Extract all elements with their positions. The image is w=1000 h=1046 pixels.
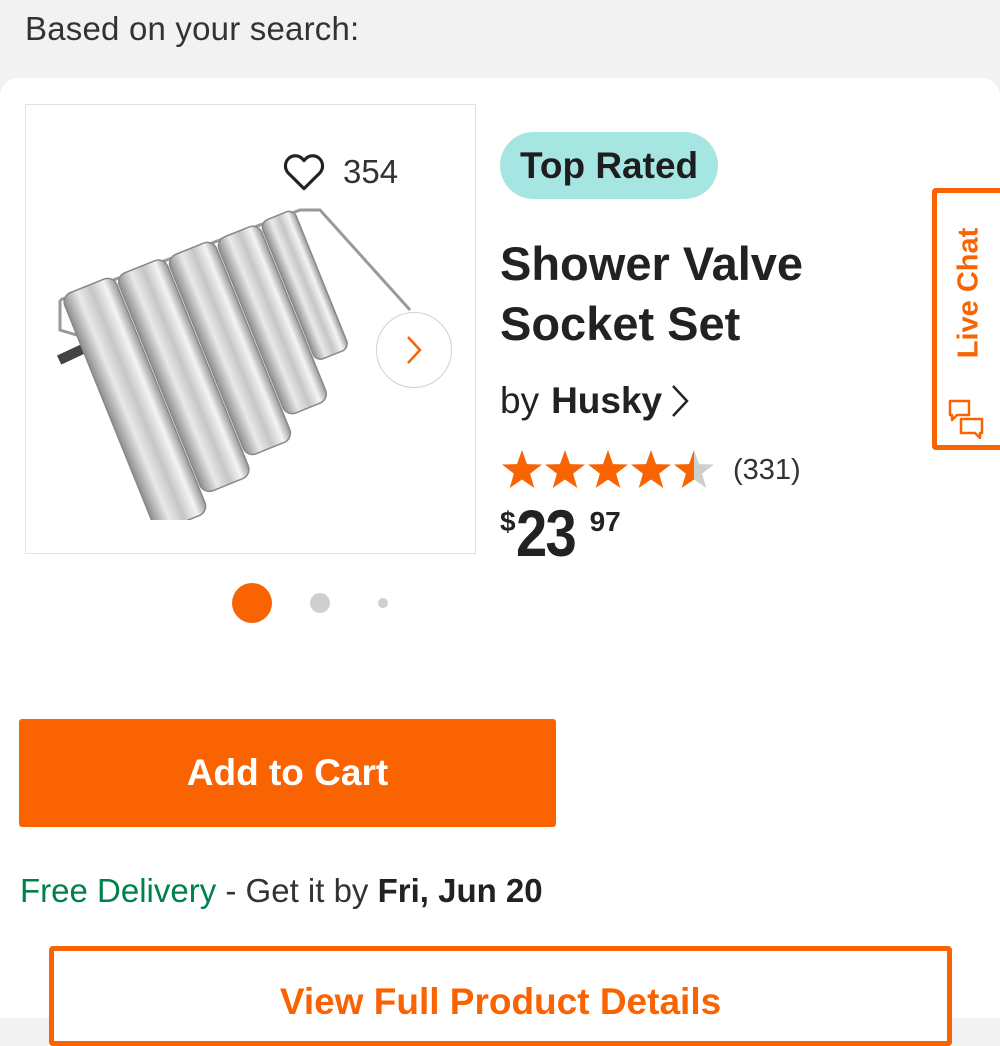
carousel-dot-1[interactable] [232, 583, 272, 623]
review-count: (331) [733, 453, 801, 486]
free-delivery-label: Free Delivery [20, 872, 217, 909]
brand-prefix: by [500, 380, 540, 421]
star-icon [631, 450, 671, 488]
heart-icon[interactable] [283, 152, 325, 192]
chevron-right-icon [407, 336, 422, 364]
top-rated-badge: Top Rated [500, 132, 719, 199]
carousel-dot-2[interactable] [310, 593, 330, 613]
star-icon [545, 450, 585, 488]
brand-link[interactable]: by Husky [500, 380, 690, 422]
price: $ 23 97 [500, 498, 621, 568]
star-icon [674, 450, 714, 488]
carousel-dot-3[interactable] [378, 598, 388, 608]
search-note: Based on your search: [25, 10, 360, 47]
live-chat-button[interactable]: Live Chat [932, 188, 1000, 450]
delivery-middle-text: - Get it by [216, 872, 378, 909]
product-image[interactable] [50, 200, 430, 520]
delivery-date: Fri, Jun 20 [377, 872, 543, 909]
price-currency: $ [500, 506, 516, 537]
star-icon [588, 450, 628, 488]
product-title[interactable]: Shower Valve Socket Set [500, 234, 920, 354]
rating[interactable]: (331) [500, 448, 801, 492]
add-to-cart-button[interactable]: Add to Cart [19, 719, 556, 827]
next-image-button[interactable] [376, 312, 452, 388]
favorite-count: 354 [343, 153, 399, 190]
delivery-info: Free Delivery - Get it by Fri, Jun 20 [20, 872, 543, 910]
chat-bubbles-icon [948, 399, 984, 439]
star-icon [502, 450, 542, 488]
view-full-product-details-button[interactable]: View Full Product Details [49, 946, 952, 1046]
star-rating [502, 450, 714, 488]
brand-name: Husky [551, 380, 663, 421]
price-cents: 97 [589, 506, 621, 537]
price-dollars: 23 [515, 496, 577, 570]
chevron-right-icon [672, 385, 689, 417]
favorite[interactable]: 354 [283, 152, 398, 192]
live-chat-label: Live Chat [952, 227, 984, 359]
